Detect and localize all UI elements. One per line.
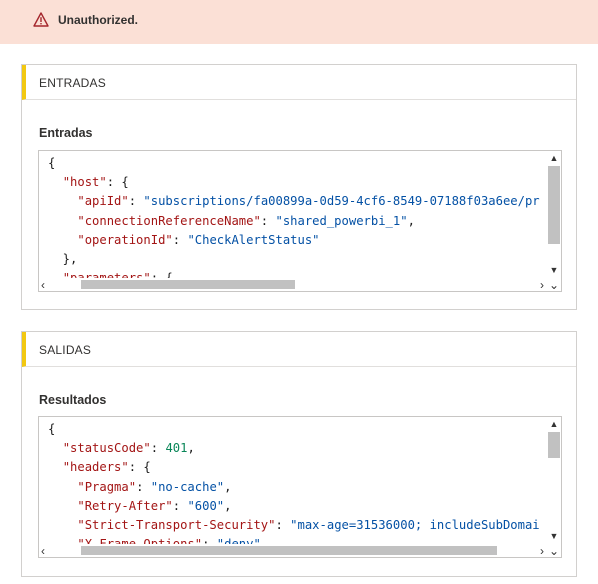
code-line: "statusCode": 401,	[48, 441, 195, 455]
code-line: {	[48, 156, 55, 170]
inputs-vertical-scrollbar[interactable]: ▲ ▼	[547, 151, 561, 291]
code-token: "headers"	[62, 460, 129, 475]
code-token: ,	[224, 479, 232, 494]
scroll-left-icon[interactable]: ‹	[41, 545, 45, 557]
outputs-horizontal-scrollbar[interactable]: ‹ › ⌄	[39, 544, 561, 557]
outputs-vscroll-thumb[interactable]	[548, 432, 560, 458]
outputs-code-content[interactable]: { "statusCode": 401, "headers": { "Pragm…	[48, 420, 540, 557]
code-token: "Strict-Transport-Security"	[77, 518, 276, 533]
code-token: "operationId"	[77, 232, 173, 247]
error-banner: Unauthorized.	[0, 0, 598, 44]
code-line: },	[48, 252, 78, 267]
code-token: "statusCode"	[62, 441, 151, 456]
code-token: "apiId"	[77, 194, 129, 209]
outputs-code-editor[interactable]: { "statusCode": 401, "headers": { "Pragm…	[38, 416, 562, 558]
inputs-hscroll-thumb[interactable]	[81, 280, 295, 289]
code-token: :	[275, 518, 291, 533]
code-token: "600"	[187, 498, 225, 513]
scroll-down-icon[interactable]: ▼	[549, 266, 559, 275]
code-line: "Strict-Transport-Security": "max-age=31…	[48, 518, 540, 533]
scroll-down-icon[interactable]: ▼	[549, 532, 559, 541]
code-token: },	[48, 252, 78, 267]
error-message: Unauthorized.	[58, 13, 138, 27]
code-line: "Retry-After": "600",	[48, 499, 231, 513]
inputs-panel: ENTRADAS Entradas { "host": { "apiId": "…	[21, 64, 577, 310]
code-token: "shared_powerbi_1"	[275, 213, 408, 228]
code-token: ,	[224, 498, 232, 513]
code-token: {	[48, 156, 56, 170]
inputs-code-content[interactable]: { "host": { "apiId": "subscriptions/fa00…	[48, 154, 540, 291]
code-token: "Pragma"	[77, 479, 137, 494]
outputs-panel-header[interactable]: SALIDAS	[22, 332, 576, 367]
outputs-field-label: Resultados	[39, 393, 107, 407]
code-token: "no-cache"	[150, 479, 225, 494]
inputs-field-label: Entradas	[39, 126, 93, 140]
scroll-up-icon[interactable]: ▲	[549, 154, 559, 163]
chevron-down-icon[interactable]: ⌄	[549, 279, 559, 291]
warning-icon	[33, 12, 49, 27]
inputs-code-editor[interactable]: { "host": { "apiId": "subscriptions/fa00…	[38, 150, 562, 292]
scroll-right-icon[interactable]: ›	[540, 545, 544, 557]
code-token: "Retry-After"	[77, 498, 173, 513]
inputs-horizontal-scrollbar[interactable]: ‹ › ⌄	[39, 278, 561, 291]
inputs-panel-header[interactable]: ENTRADAS	[22, 65, 576, 100]
code-token: :	[128, 194, 144, 209]
code-line: "headers": {	[48, 460, 151, 474]
code-token: "max-age=31536000; includeSubDomai	[290, 518, 540, 533]
code-token: "host"	[62, 175, 107, 190]
code-line: "Pragma": "no-cache",	[48, 480, 231, 494]
code-line: "apiId": "subscriptions/fa00899a-0d59-4c…	[48, 194, 540, 209]
code-token: "connectionReferenceName"	[77, 213, 261, 228]
code-line: "connectionReferenceName": "shared_power…	[48, 214, 415, 228]
code-line: {	[48, 422, 55, 436]
code-line: "operationId": "CheckAlertStatus"	[48, 232, 320, 247]
code-token: 401	[165, 441, 188, 456]
scroll-left-icon[interactable]: ‹	[41, 279, 45, 291]
code-token: ,	[407, 213, 415, 228]
code-token: : {	[128, 460, 151, 475]
code-line: "host": {	[48, 175, 129, 189]
inputs-panel-title: ENTRADAS	[39, 76, 106, 90]
inputs-vscroll-thumb[interactable]	[548, 166, 560, 244]
code-token: {	[48, 422, 56, 436]
scroll-right-icon[interactable]: ›	[540, 279, 544, 291]
outputs-panel: SALIDAS Resultados { "statusCode": 401, …	[21, 331, 577, 577]
code-token: :	[136, 479, 151, 494]
code-token: : {	[106, 175, 129, 190]
outputs-vertical-scrollbar[interactable]: ▲ ▼	[547, 417, 561, 557]
scroll-up-icon[interactable]: ▲	[549, 420, 559, 429]
chevron-down-icon[interactable]: ⌄	[549, 545, 559, 557]
code-token: "subscriptions/fa00899a-0d59-4cf6-8549-0…	[143, 194, 540, 209]
code-token: :	[172, 498, 188, 513]
outputs-panel-title: SALIDAS	[39, 343, 92, 357]
code-token: :	[172, 232, 188, 247]
code-token: :	[260, 213, 276, 228]
code-token: "CheckAlertStatus"	[187, 232, 320, 247]
code-token: :	[150, 441, 166, 456]
code-token: ,	[187, 441, 195, 456]
outputs-hscroll-thumb[interactable]	[81, 546, 497, 555]
